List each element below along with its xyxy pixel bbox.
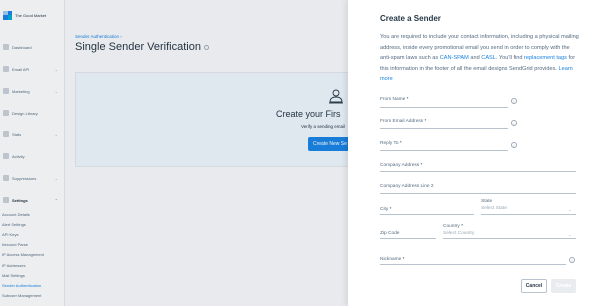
company-address-label: Company Address * [380,163,423,168]
chevron-down-icon: ⌄ [568,232,572,237]
country-select-underline [443,238,576,239]
info-icon[interactable]: i [511,98,517,104]
zip-code-label: Zip Code [380,231,400,236]
country-label: Country * [443,224,464,229]
modal-overlay[interactable] [0,0,348,306]
nickname-label: Nickname * [380,257,405,262]
info-icon[interactable]: i [511,120,517,126]
company-address-input[interactable] [380,171,576,172]
company-address-2-label: Company Address Line 2 [380,184,434,189]
from-email-label: From Email Address * [380,119,427,124]
zip-code-input[interactable] [380,238,436,239]
city-input[interactable] [380,214,474,215]
can-spam-link[interactable]: CAN-SPAM [440,55,469,61]
state-select-underline [481,214,576,215]
from-email-input[interactable] [380,128,508,129]
drawer-description: You are required to include your contact… [380,34,579,82]
reply-to-input[interactable] [380,150,508,151]
company-address-2-input[interactable] [380,193,576,194]
from-name-label: From Name * [380,97,409,102]
country-select[interactable]: Select Country [443,231,474,236]
replacement-tags-link[interactable]: replacement tags [524,55,567,61]
cancel-button[interactable]: Cancel [521,279,547,293]
create-button[interactable]: Create [551,279,576,293]
chevron-down-icon: ⌄ [568,207,572,212]
reply-to-label: Reply To * [380,141,402,146]
info-icon[interactable]: i [511,142,517,148]
drawer-title: Create a Sender [380,14,441,23]
from-name-input[interactable] [380,107,508,108]
city-label: City * [380,207,392,212]
nickname-input[interactable] [380,264,566,265]
info-icon[interactable]: i [569,257,575,263]
casl-link[interactable]: CASL [481,55,496,61]
state-label: State [481,199,493,204]
state-select[interactable]: Select State [481,206,507,211]
